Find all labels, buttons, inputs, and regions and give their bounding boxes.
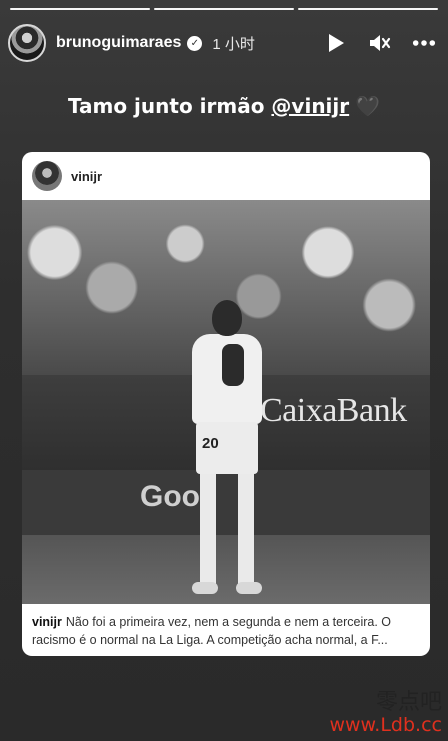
photo-player-figure: 20 <box>182 300 272 600</box>
photo-ad-text: CaixaBank <box>260 392 407 429</box>
shared-post-card[interactable]: vinijr CaixaBank Goo 20 vinijr Não foi a … <box>22 152 430 656</box>
player-boot <box>236 582 262 594</box>
mention-link[interactable]: @vinijr <box>271 94 349 118</box>
username[interactable]: brunoguimaraes <box>56 34 181 52</box>
more-icon[interactable] <box>412 31 436 55</box>
story-header: brunoguimaraes ✓ 1 小时 <box>8 22 436 64</box>
watermark: 零点吧 www.Ldb.cc <box>329 690 442 737</box>
progress-segment <box>10 8 150 10</box>
shared-post-header: vinijr <box>22 152 430 200</box>
shared-post-photo[interactable]: CaixaBank Goo 20 <box>22 200 430 604</box>
shared-post-avatar[interactable] <box>32 161 62 191</box>
player-arm <box>222 344 244 386</box>
play-icon[interactable] <box>324 31 348 55</box>
mute-icon[interactable] <box>368 31 392 55</box>
watermark-title: 零点吧 <box>375 689 442 715</box>
verified-badge-icon: ✓ <box>187 35 203 51</box>
caption-username: vinijr <box>32 615 62 629</box>
story-caption: Tamo junto irmão @vinijr 🖤 <box>0 94 448 118</box>
shared-post-username[interactable]: vinijr <box>71 169 102 184</box>
caption-text-line-2: racismo é o normal na La Liga. A competi… <box>32 633 388 647</box>
caption-text-line-1: Não foi a primeira vez, nem a segunda e … <box>65 615 392 629</box>
progress-segment <box>154 8 294 10</box>
shared-post-caption: vinijr Não foi a primeira vez, nem a segu… <box>22 604 430 649</box>
caption-text: Tamo junto irmão <box>67 94 272 118</box>
player-jersey-number: 20 <box>202 435 219 452</box>
avatar[interactable] <box>8 24 46 62</box>
progress-segment <box>298 8 438 10</box>
black-heart-emoji: 🖤 <box>355 94 381 118</box>
player-leg <box>238 474 254 584</box>
time-ago: 1 小时 <box>212 35 255 53</box>
story-progress-bar <box>10 8 438 10</box>
header-controls <box>324 31 436 55</box>
player-boot <box>192 582 218 594</box>
caption-line-1: vinijr Não foi a primeira vez, nem a segu… <box>32 613 420 631</box>
player-leg <box>200 474 216 584</box>
player-head <box>212 300 242 336</box>
watermark-url: www.Ldb.cc <box>329 714 442 737</box>
